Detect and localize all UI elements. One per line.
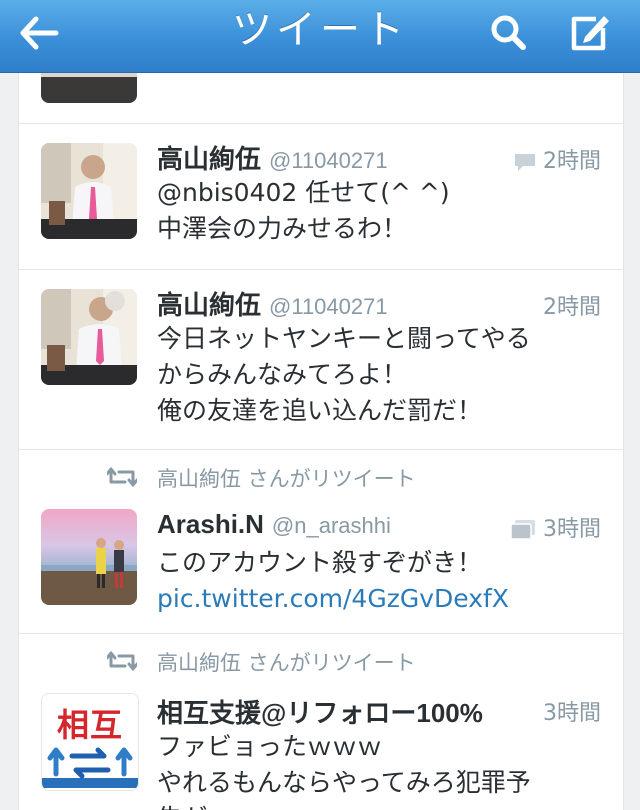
navigation-bar: ツイート (0, 0, 640, 73)
avatar[interactable] (41, 509, 137, 605)
avatar[interactable] (41, 143, 137, 239)
tweet-text-line: このアカウント殺すぞがき！ (157, 548, 483, 577)
left-gutter (0, 73, 18, 810)
tweet-partial[interactable] (19, 73, 623, 124)
tweet-text-line: 今日ネットヤンキーと闘ってやる (157, 324, 531, 353)
tweet-text-line: やれるもんならやってみろ犯罪予 (157, 768, 531, 797)
compose-icon (571, 16, 609, 51)
tweet-time-text: 2時間 (543, 149, 601, 174)
tweet-timeline[interactable]: 高山絢伍 @11040271 2時間 @nbis0402 任せて(^ ^) 中澤会… (18, 73, 624, 810)
tweet-text-line: からみんなみてろよ！ (157, 360, 408, 389)
reply-bubble-icon (515, 154, 535, 171)
tweet-item[interactable]: 高山絢伍 @11040271 2時間 今日ネットヤンキーと闘ってやる からみんなみ… (19, 269, 623, 450)
tweet-text-line: @nbis0402 任せて(^ ^) (157, 178, 450, 207)
author-handle[interactable]: @n_arashhi (272, 513, 391, 538)
tweet-time: 2時間 (543, 295, 601, 320)
tweet-text: 今日ネットヤンキーと闘ってやる からみんなみてろよ！ 俺の友達を追い込んだ罰だ！ (157, 321, 607, 429)
tweet-time: 2時間 (513, 143, 601, 175)
tweet-text: @nbis0402 任せて(^ ^) 中澤会の力みせるわ！ (157, 175, 597, 247)
tweet-text-line: ファビョったｗｗｗ (157, 732, 383, 761)
avatar[interactable]: 相互 (41, 693, 139, 791)
tweet-time-text: 3時間 (543, 517, 601, 542)
page-title: ツイート (232, 7, 408, 53)
tweet-item[interactable]: 高山絢伍 @11040271 2時間 @nbis0402 任せて(^ ^) 中澤会… (19, 123, 623, 270)
tweet-text: ファビョったｗｗｗ やれるもんならやってみろ犯罪予 告が (157, 729, 607, 810)
tweet-text: このアカウント殺すぞがき！ pic.twitter.com/4GzGvDexfX (157, 545, 597, 617)
right-gutter (622, 73, 640, 810)
retweet-icon (107, 467, 137, 487)
tweet-text-line: 俺の友達を追い込んだ罰だ！ (157, 396, 483, 425)
author-handle[interactable]: @11040271 (269, 294, 388, 319)
tweet-item[interactable]: 高山絢伍 さんがリツイート Arashi.N @n_arashhi 3時間 この… (19, 449, 623, 634)
tweet-media-link[interactable]: pic.twitter.com/4GzGvDexfX (157, 581, 597, 617)
tweet-time: 3時間 (543, 701, 601, 726)
retweeted-by: 高山絢伍 さんがリツイート (157, 467, 416, 491)
author-handle[interactable]: @11040271 (269, 148, 388, 173)
retweeted-by: 高山絢伍 さんがリツイート (157, 651, 416, 675)
author-name[interactable]: 相互支援@リフォロー100% (157, 693, 483, 730)
search-icon (491, 15, 526, 50)
avatar[interactable] (41, 73, 137, 103)
avatar[interactable] (41, 289, 137, 385)
search-button[interactable] (484, 10, 534, 56)
tweet-text-line: 告が (157, 801, 607, 810)
photo-icon (510, 520, 535, 540)
author-name[interactable]: 高山絢伍 (157, 290, 261, 320)
author-name[interactable]: Arashi.N (157, 509, 264, 539)
author-name[interactable]: 高山絢伍 (157, 144, 261, 174)
tweet-item[interactable]: 高山絢伍 さんがリツイート 相互 相互支援@リフォロー100% 3時間 ファビョ… (19, 633, 623, 810)
tweet-time: 3時間 (509, 511, 601, 543)
tweet-text-line: 中澤会の力みせるわ！ (157, 214, 408, 243)
compose-button[interactable] (566, 10, 616, 56)
retweet-icon (107, 651, 137, 671)
